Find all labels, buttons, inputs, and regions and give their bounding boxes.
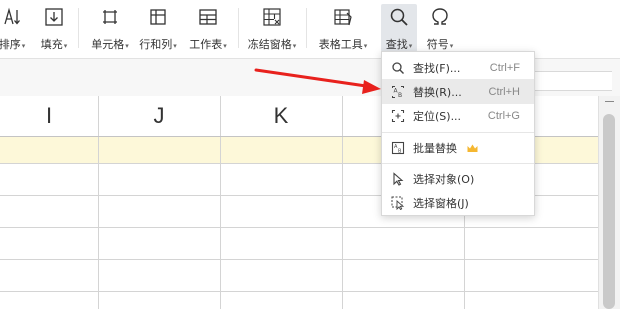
spreadsheet-window: 排序▾ 填充▾ 单元格▾ 行和列▾ 工作表▾ 冻结窗格▾ 表格工具▾ 查找▾ 符… <box>0 0 620 309</box>
symbol-label: 符号▾ <box>426 38 454 51</box>
cell-icon <box>99 6 121 28</box>
crown-icon <box>467 144 477 152</box>
menu-item-select-pane[interactable]: 选择窗格(J) <box>382 190 534 215</box>
find-button[interactable]: 查找▾ <box>381 4 417 52</box>
ribbon-toolbar: 排序▾ 填充▾ 单元格▾ 行和列▾ 工作表▾ 冻结窗格▾ 表格工具▾ 查找▾ 符… <box>0 0 620 58</box>
menu-item-label: 选择窗格(J) <box>413 196 469 210</box>
sort-button[interactable]: 排序▾ <box>0 4 26 52</box>
cell-label: 单元格▾ <box>91 38 129 51</box>
grid-line <box>220 96 221 309</box>
grid-line <box>98 96 99 309</box>
ribbon-separator <box>306 8 307 48</box>
batch-replace-icon: AB <box>390 140 406 156</box>
menu-item-shortcut: Ctrl+F <box>489 61 520 74</box>
freeze-panes-icon <box>261 6 283 28</box>
fill-down-icon <box>43 6 65 28</box>
menu-item-find[interactable]: 查找(F)... Ctrl+F <box>382 55 534 80</box>
row-column-icon <box>147 6 169 28</box>
menu-item-batch-replace[interactable]: AB 批量替换 <box>382 135 534 160</box>
menu-item-label: 批量替换 <box>413 140 534 156</box>
locate-icon <box>390 108 406 124</box>
scroll-thumb[interactable] <box>603 114 615 309</box>
worksheet-button[interactable]: 工作表▾ <box>186 4 230 52</box>
grid-line <box>0 291 598 292</box>
grid-line <box>0 259 598 260</box>
menu-item-label: 定位(S)... <box>413 109 462 123</box>
menu-item-label: 替换(R)... <box>413 85 462 99</box>
menu-item-locate[interactable]: 定位(S)... Ctrl+G <box>382 103 534 128</box>
menu-item-label: 查找(F)... <box>413 61 461 75</box>
symbol-button[interactable]: 符号▾ <box>422 4 458 52</box>
sort-icon <box>1 6 23 28</box>
sort-label: 排序▾ <box>0 38 26 51</box>
rowcol-label: 行和列▾ <box>139 38 177 51</box>
menu-item-replace[interactable]: AB 替换(R)... Ctrl+H <box>382 79 534 104</box>
svg-text:B: B <box>398 148 402 154</box>
ribbon-separator <box>238 8 239 48</box>
cell-button[interactable]: 单元格▾ <box>88 4 132 52</box>
worksheet-label: 工作表▾ <box>189 38 227 51</box>
menu-item-shortcut: Ctrl+H <box>488 85 520 98</box>
find-label: 查找▾ <box>385 38 413 51</box>
grid-line <box>342 96 343 309</box>
svg-text:B: B <box>398 92 402 99</box>
rowcol-button[interactable]: 行和列▾ <box>136 4 180 52</box>
search-icon <box>390 60 406 76</box>
select-pane-icon <box>390 195 406 211</box>
ribbon-separator <box>78 8 79 48</box>
table-tools-icon <box>332 6 354 28</box>
search-icon <box>388 6 410 28</box>
menu-separator <box>382 132 534 133</box>
scroll-grip[interactable] <box>605 101 614 102</box>
column-header-k[interactable]: K <box>220 96 342 136</box>
menu-separator <box>382 163 534 164</box>
fill-label: 填充▾ <box>40 38 68 51</box>
column-header-j[interactable]: J <box>98 96 220 136</box>
select-object-icon <box>390 171 406 187</box>
grid-line <box>0 227 598 228</box>
formula-input[interactable] <box>534 71 612 91</box>
freeze-panes-label: 冻结窗格▾ <box>247 38 297 51</box>
column-header-i[interactable]: I <box>0 96 98 136</box>
menu-item-select-object[interactable]: 选择对象(O) <box>382 166 534 191</box>
menu-item-label: 选择对象(O) <box>413 172 475 186</box>
table-tools-label: 表格工具▾ <box>318 38 368 51</box>
find-dropdown-menu: 查找(F)... Ctrl+F AB 替换(R)... Ctrl+H 定位(S)… <box>381 51 535 216</box>
replace-icon: AB <box>390 84 406 100</box>
table-tools-button[interactable]: 表格工具▾ <box>314 4 372 52</box>
menu-item-shortcut: Ctrl+G <box>487 109 520 122</box>
vertical-scrollbar[interactable] <box>598 96 620 309</box>
freeze-panes-button[interactable]: 冻结窗格▾ <box>244 4 300 52</box>
fill-button[interactable]: 填充▾ <box>38 4 70 52</box>
omega-icon <box>429 6 451 28</box>
worksheet-icon <box>197 6 219 28</box>
